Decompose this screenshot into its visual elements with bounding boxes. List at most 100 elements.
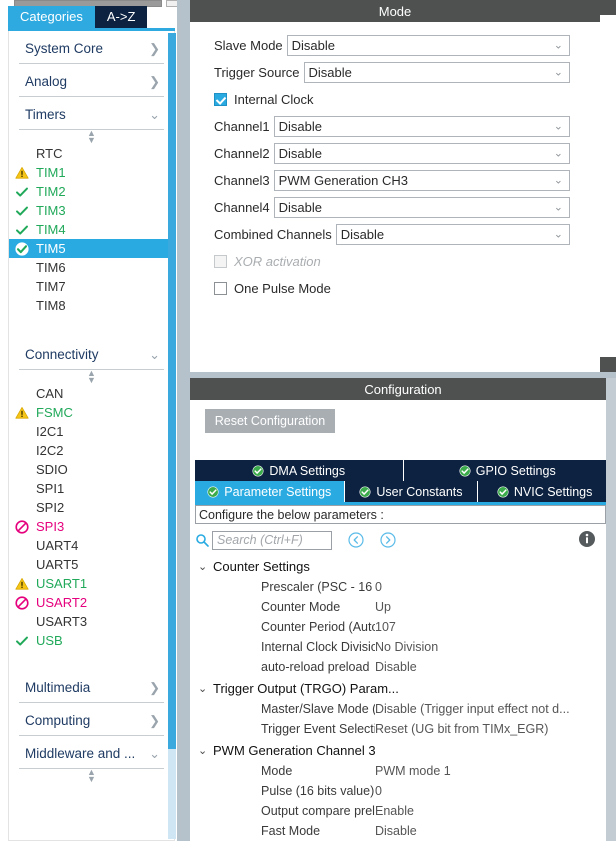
param-row[interactable]: Trigger Event SelectionReset (UG bit fro…: [195, 719, 606, 739]
slave-mode-select[interactable]: Disable ⌄: [286, 35, 570, 56]
parameter-list: ⌄ Counter Settings Prescaler (PSC - 16 bi.…: [195, 555, 606, 839]
peripheral-item-usart3[interactable]: USART3: [9, 612, 174, 631]
scroll-spinner-middleware[interactable]: ▲ ▼: [9, 768, 174, 784]
param-row[interactable]: Mode PWM mode 1: [195, 761, 606, 781]
channel1-select[interactable]: Disable ⌄: [273, 116, 570, 137]
param-row[interactable]: Counter Mode Up: [195, 597, 606, 617]
channel4-select[interactable]: Disable ⌄: [273, 197, 570, 218]
sidebar-group-multimedia[interactable]: Multimedia ❯: [19, 670, 164, 703]
mode-panel: Mode Slave Mode Disable ⌄ Trigger Source…: [190, 0, 600, 372]
peripheral-item-uart5[interactable]: UART5: [9, 555, 174, 574]
check-icon: [15, 204, 29, 218]
param-value[interactable]: PWM mode 1: [375, 764, 606, 778]
param-row[interactable]: Output compare preloadEnable: [195, 801, 606, 821]
tab-dma-settings[interactable]: DMA Settings: [195, 460, 404, 481]
forbidden-icon: [15, 595, 29, 610]
channel2-select[interactable]: Disable ⌄: [273, 143, 570, 164]
peripheral-item-tim4[interactable]: TIM4: [9, 220, 174, 239]
param-value[interactable]: 0: [375, 784, 606, 798]
peripheral-item-tim8[interactable]: TIM8: [9, 296, 174, 315]
tab-user-constants[interactable]: User Constants: [344, 481, 479, 502]
param-row[interactable]: Internal Clock Division...No Division: [195, 637, 606, 657]
param-row[interactable]: Master/Slave Mode (M...Disable (Trigger …: [195, 699, 606, 719]
tab-parameter-settings[interactable]: Parameter Settings: [195, 481, 345, 502]
chevron-right-icon: ❯: [149, 680, 160, 695]
peripheral-item-spi1[interactable]: SPI1: [9, 479, 174, 498]
peripheral-label: TIM5: [36, 241, 66, 256]
reset-configuration-button[interactable]: Reset Configuration: [205, 409, 335, 433]
param-value[interactable]: Disable (Trigger input effect not d...: [375, 702, 606, 716]
scroll-spinner-connectivity[interactable]: ▲ ▼: [9, 369, 174, 385]
param-row[interactable]: Prescaler (PSC - 16 bi...0: [195, 577, 606, 597]
peripheral-item-tim1[interactable]: TIM1: [9, 163, 174, 182]
configuration-scrollbar[interactable]: [606, 378, 616, 841]
search-input[interactable]: [212, 530, 332, 550]
peripheral-item-usart2[interactable]: USART2: [9, 593, 174, 612]
row-internal-clock: Internal Clock: [190, 86, 600, 113]
param-row[interactable]: Fast Mode Disable: [195, 821, 606, 841]
peripheral-item-tim5[interactable]: TIM5: [9, 239, 174, 258]
peripheral-item-uart4[interactable]: UART4: [9, 536, 174, 555]
peripheral-item-tim2[interactable]: TIM2: [9, 182, 174, 201]
peripheral-item-sdio[interactable]: SDIO: [9, 460, 174, 479]
tab-nvic-settings[interactable]: NVIC Settings: [478, 481, 611, 502]
param-group-header[interactable]: ⌄ Counter Settings: [195, 555, 606, 577]
param-group-header[interactable]: ⌄ Trigger Output (TRGO) Param...: [195, 677, 606, 699]
sidebar-group-analog[interactable]: Analog ❯: [19, 64, 164, 97]
tab-a-to-z[interactable]: A->Z: [94, 6, 148, 28]
param-value[interactable]: Disable: [375, 660, 606, 674]
param-group-header[interactable]: ⌄ PWM Generation Channel 3: [195, 739, 606, 761]
trigger-source-select[interactable]: Disable ⌄: [303, 62, 570, 83]
peripheral-item-spi2[interactable]: SPI2: [9, 498, 174, 517]
channel3-select[interactable]: PWM Generation CH3 ⌄: [273, 170, 570, 191]
peripheral-item-spi3[interactable]: SPI3: [9, 517, 174, 536]
row-trigger-source: Trigger Source Disable ⌄: [190, 59, 600, 86]
search-row: [195, 528, 606, 552]
sidebar-group-timers[interactable]: Timers ⌄: [19, 97, 164, 130]
peripheral-item-i2c1[interactable]: I2C1: [9, 422, 174, 441]
peripheral-item-tim3[interactable]: TIM3: [9, 201, 174, 220]
peripheral-item-tim6[interactable]: TIM6: [9, 258, 174, 277]
param-value[interactable]: 107: [375, 620, 606, 634]
peripheral-item-tim7[interactable]: TIM7: [9, 277, 174, 296]
param-value[interactable]: Reset (UG bit from TIMx_EGR): [375, 722, 606, 736]
chevron-down-icon: ⌄: [198, 744, 208, 757]
sidebar-scrollbar-thumb[interactable]: [168, 33, 176, 749]
one-pulse-mode-checkbox[interactable]: [214, 282, 227, 295]
peripheral-label: SPI1: [36, 481, 65, 496]
pane-divider: [177, 0, 190, 841]
peripheral-label: SDIO: [36, 462, 68, 477]
param-value[interactable]: No Division: [375, 640, 606, 654]
sidebar-group-middleware[interactable]: Middleware and ... ⌄: [19, 736, 164, 769]
peripheral-item-fsmc[interactable]: FSMC: [9, 403, 174, 422]
param-row[interactable]: Pulse (16 bits value) 0: [195, 781, 606, 801]
peripheral-item-rtc[interactable]: RTC: [9, 144, 174, 163]
search-next-icon[interactable]: [380, 532, 396, 548]
peripheral-item-usart1[interactable]: USART1: [9, 574, 174, 593]
chevron-down-icon: ⌄: [553, 120, 563, 132]
param-label: Trigger Event Selection: [261, 722, 375, 736]
mode-scrollbar[interactable]: [600, 0, 616, 372]
param-value[interactable]: 0: [375, 580, 606, 594]
chevron-right-icon: ❯: [149, 41, 160, 56]
configure-hint-text: Configure the below parameters :: [195, 505, 606, 524]
scroll-spinner-timers[interactable]: ▲ ▼: [9, 129, 174, 145]
param-row[interactable]: Counter Period (AutoR...107: [195, 617, 606, 637]
internal-clock-checkbox[interactable]: [214, 93, 227, 106]
tab-gpio-settings[interactable]: GPIO Settings: [403, 460, 611, 481]
search-previous-icon[interactable]: [348, 532, 364, 548]
peripheral-item-can[interactable]: CAN: [9, 384, 174, 403]
param-value[interactable]: Up: [375, 600, 606, 614]
combined-channels-select[interactable]: Disable ⌄: [335, 224, 570, 245]
sidebar-group-system-core[interactable]: System Core ❯: [19, 31, 164, 64]
sidebar-group-connectivity[interactable]: Connectivity ⌄: [19, 337, 164, 370]
sidebar-group-computing[interactable]: Computing ❯: [19, 703, 164, 736]
row-xor-activation: XOR activation: [190, 248, 600, 275]
peripheral-item-usb[interactable]: USB: [9, 631, 174, 650]
param-value[interactable]: Disable: [375, 824, 606, 838]
info-icon[interactable]: [578, 530, 596, 553]
tab-categories[interactable]: Categories: [8, 6, 95, 28]
peripheral-item-i2c2[interactable]: I2C2: [9, 441, 174, 460]
param-value[interactable]: Enable: [375, 804, 606, 818]
param-row[interactable]: auto-reload preload Disable: [195, 657, 606, 677]
